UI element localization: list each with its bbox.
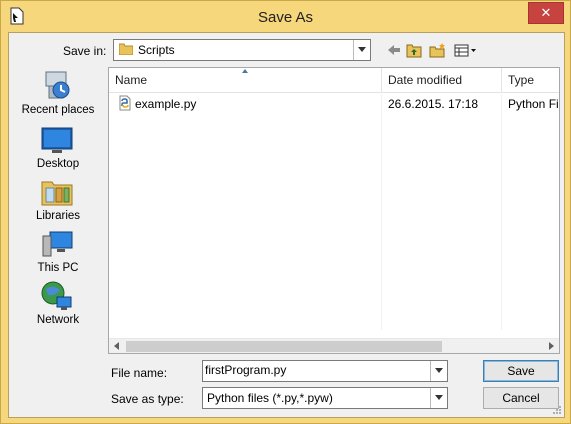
dialog-body: Save in: Scripts Recent places Desktop L… — [8, 32, 565, 418]
column-headers: Name Date modified Type — [109, 68, 559, 93]
save-button[interactable]: Save — [483, 360, 559, 382]
place-label: Desktop — [36, 158, 80, 170]
folder-icon — [119, 43, 133, 55]
title-bar[interactable]: Save As ✕ — [1, 1, 570, 33]
place-label: This PC — [37, 262, 79, 274]
file-name: example.py — [135, 97, 197, 111]
back-arrow-icon[interactable] — [387, 42, 401, 58]
scroll-thumb[interactable] — [126, 341, 442, 352]
scroll-left-icon[interactable] — [114, 342, 119, 350]
save-in-value: Scripts — [138, 43, 175, 57]
file-name-input[interactable] — [205, 362, 427, 378]
horizontal-scrollbar[interactable] — [109, 338, 559, 353]
file-row[interactable]: example.py 26.6.2015. 17:18 Python Fil — [109, 94, 559, 114]
desktop-icon — [41, 127, 73, 153]
column-type[interactable]: Type — [502, 68, 559, 92]
file-type: Python Fil — [508, 97, 560, 111]
save-in-label: Save in: — [63, 44, 107, 58]
place-label: Recent places — [21, 104, 95, 116]
column-guide — [501, 92, 502, 330]
up-folder-icon[interactable] — [406, 42, 422, 58]
chevron-down-icon[interactable] — [430, 388, 447, 408]
save-as-type-value: Python files (*.py,*.pyw) — [207, 391, 333, 405]
file-date: 26.6.2015. 17:18 — [388, 97, 479, 111]
place-label: Libraries — [35, 210, 81, 222]
file-name-label: File name: — [111, 366, 168, 380]
chevron-down-icon[interactable] — [430, 361, 447, 381]
scroll-right-icon[interactable] — [549, 342, 554, 350]
recent-places-icon — [45, 71, 70, 99]
window-title: Save As — [257, 9, 314, 26]
column-name[interactable]: Name — [109, 68, 379, 92]
file-name-field[interactable] — [202, 360, 448, 382]
column-date-modified[interactable]: Date modified — [382, 68, 496, 92]
save-as-type-label: Save as type: — [111, 392, 184, 406]
place-label: Network — [36, 314, 80, 326]
python-file-icon — [119, 95, 131, 111]
view-menu-icon[interactable] — [454, 42, 478, 58]
save-in-dropdown[interactable]: Scripts — [113, 39, 371, 61]
this-pc-icon — [42, 231, 73, 257]
close-button[interactable]: ✕ — [528, 2, 564, 24]
chevron-down-icon[interactable] — [353, 40, 370, 60]
file-list[interactable]: Name Date modified Type example.py 26.6.… — [108, 67, 560, 354]
resize-grip-icon[interactable] — [552, 405, 562, 415]
cancel-button[interactable]: Cancel — [483, 387, 559, 409]
libraries-icon — [41, 181, 73, 206]
save-as-type-dropdown[interactable]: Python files (*.py,*.pyw) — [202, 387, 448, 409]
save-as-dialog: Save As ✕ Save in: Scripts Recent places… — [0, 0, 571, 424]
places-bar: Recent places Desktop Libraries This PC … — [14, 68, 102, 326]
network-icon — [41, 281, 72, 310]
column-guide — [381, 92, 382, 330]
new-folder-icon[interactable] — [429, 42, 447, 58]
